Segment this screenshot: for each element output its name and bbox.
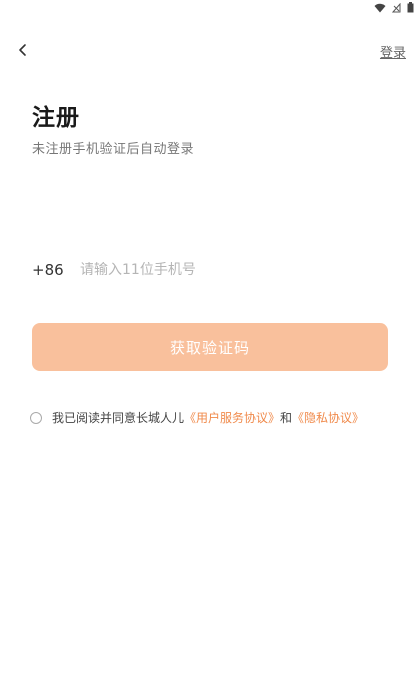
country-code[interactable]: +86: [32, 261, 80, 279]
get-code-button[interactable]: 获取验证码: [32, 323, 388, 371]
page-title: 注册: [32, 105, 80, 131]
status-icons: [374, 2, 414, 13]
page-subtitle: 未注册手机验证后自动登录: [32, 142, 195, 157]
login-link[interactable]: 登录: [380, 42, 406, 61]
agreement-prefix: 我已阅读并同意长城人儿: [52, 411, 185, 425]
chevron-left-icon: [18, 42, 28, 61]
agreement-conjunction: 和: [280, 411, 293, 425]
agreement-row: 我已阅读并同意长城人儿 《用户服务协议》 和 《隐私协议》: [30, 409, 364, 426]
wifi-icon: [374, 3, 386, 13]
phone-input[interactable]: [80, 262, 388, 278]
user-agreement-link[interactable]: 《用户服务协议》: [184, 409, 280, 426]
agree-radio[interactable]: [30, 411, 42, 424]
status-bar: [0, 0, 420, 18]
phone-input-row: +86: [32, 256, 388, 284]
signal-icon: [392, 2, 401, 13]
battery-icon: [407, 2, 414, 13]
privacy-agreement-link[interactable]: 《隐私协议》: [292, 409, 364, 426]
back-button[interactable]: [12, 40, 34, 62]
